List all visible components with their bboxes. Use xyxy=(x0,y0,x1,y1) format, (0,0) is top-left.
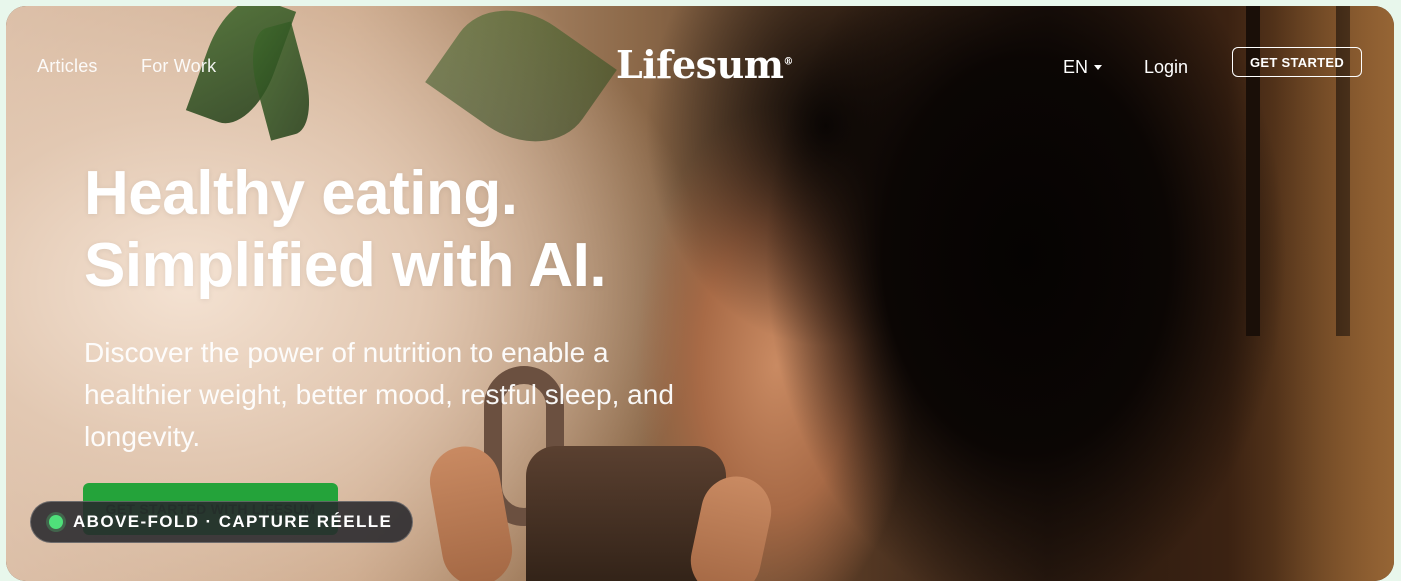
logo-text: Lifesum xyxy=(616,42,784,87)
get-started-button[interactable]: GET STARTED xyxy=(1232,47,1362,77)
hero-frame: Articles For Work Lifesum® EN Login GET … xyxy=(6,6,1394,581)
hero-headline: Healthy eating. Simplified with AI. xyxy=(84,158,607,302)
hero-headline-line1: Healthy eating. xyxy=(84,159,518,228)
language-selector[interactable]: EN xyxy=(1063,57,1103,78)
nav-for-work-link[interactable]: For Work xyxy=(141,56,216,77)
warm-light-decoration xyxy=(1274,6,1394,581)
hero-headline-line2: Simplified with AI. xyxy=(84,231,607,300)
nav-articles-link[interactable]: Articles xyxy=(37,56,98,77)
caret-down-icon xyxy=(1094,65,1103,70)
capture-badge-label: ABOVE-FOLD · CAPTURE RÉELLE xyxy=(73,512,393,531)
capture-badge: ABOVE-FOLD · CAPTURE RÉELLE xyxy=(30,501,414,543)
hero-subcopy: Discover the power of nutrition to enabl… xyxy=(84,337,674,452)
language-label: EN xyxy=(1063,57,1089,77)
status-dot-icon xyxy=(49,515,63,529)
login-link[interactable]: Login xyxy=(1144,57,1188,78)
lifesum-logo[interactable]: Lifesum® xyxy=(616,42,793,87)
logo-registered-mark: ® xyxy=(783,56,793,68)
